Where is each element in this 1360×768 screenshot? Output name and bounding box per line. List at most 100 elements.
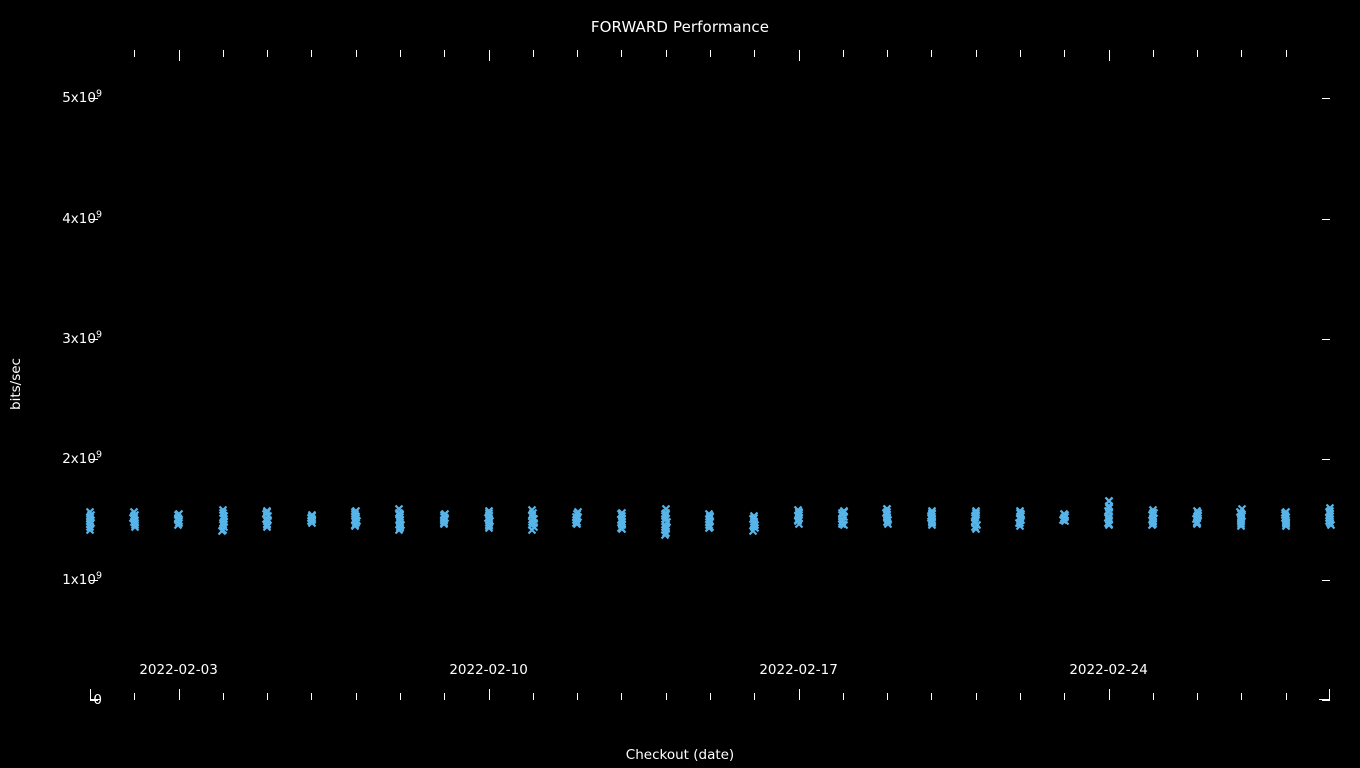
data-point-marker [837, 517, 847, 526]
data-point-marker [1104, 513, 1113, 522]
data-point-marker [1236, 513, 1246, 523]
data-point-marker [1326, 509, 1335, 519]
y-tick-label-exponent: 9 [95, 449, 102, 461]
data-point-marker [793, 517, 802, 526]
data-point-marker [1236, 521, 1245, 531]
data-point-marker [927, 520, 937, 530]
data-point-marker [704, 514, 714, 524]
data-point-marker [129, 514, 139, 524]
data-point-marker [130, 517, 139, 527]
data-point-marker [263, 511, 273, 521]
y-tick-label-exponent: 9 [95, 329, 102, 341]
data-point-marker [1326, 514, 1335, 524]
data-point-marker [394, 526, 404, 535]
data-point-marker [351, 513, 360, 523]
data-point-marker [971, 516, 980, 525]
data-point-marker [1148, 517, 1157, 527]
data-point-marker [1325, 511, 1334, 520]
x-tick-top [444, 50, 446, 57]
data-point-marker [439, 516, 449, 526]
data-point-marker [617, 514, 626, 523]
data-point-marker [618, 517, 627, 527]
data-point-marker [262, 522, 271, 532]
data-point-marker [705, 518, 714, 527]
data-point-marker [130, 510, 140, 519]
data-point-marker [971, 510, 981, 520]
data-point-marker [439, 519, 448, 528]
data-point-marker [528, 520, 537, 530]
x-tick-bottom [975, 693, 977, 700]
data-point-marker [483, 513, 493, 522]
y-tick-label-mantissa: 2x10 [62, 451, 96, 468]
data-point-marker [219, 525, 228, 534]
data-point-marker [350, 512, 360, 521]
data-point-marker [395, 510, 405, 520]
data-point-marker [926, 512, 936, 521]
y-tick-label: 3x109 [62, 329, 102, 347]
data-point-marker [1281, 515, 1291, 524]
data-point-marker [174, 520, 183, 529]
data-point-marker [529, 514, 538, 524]
data-point-marker [1148, 508, 1158, 517]
data-point-marker [971, 506, 980, 516]
data-point-marker [1148, 519, 1158, 529]
x-tick-bottom [311, 693, 313, 700]
data-point-marker [971, 518, 980, 528]
data-point-marker [86, 518, 95, 528]
data-point-marker [1104, 501, 1114, 510]
data-point-marker [529, 522, 539, 531]
data-point-marker [1103, 506, 1113, 516]
data-point-marker [528, 514, 538, 523]
data-point-marker [527, 505, 537, 515]
data-point-marker [307, 513, 316, 522]
x-tick-top [577, 50, 579, 57]
x-tick-bottom [134, 693, 136, 700]
data-point-marker [307, 515, 317, 525]
x-tick-top [1241, 50, 1243, 57]
y-tick-label: 2x109 [62, 449, 102, 468]
x-tick-top [134, 50, 136, 57]
data-point-marker [572, 520, 582, 529]
data-point-marker [218, 506, 228, 515]
data-point-marker [1237, 508, 1246, 518]
data-point-marker [1059, 515, 1068, 525]
data-point-marker [882, 517, 892, 527]
data-point-marker [1014, 518, 1024, 527]
data-point-marker [1280, 510, 1290, 520]
x-tick-label: 2022-02-17 [759, 662, 838, 678]
data-point-marker [881, 508, 891, 518]
data-point-marker [794, 519, 804, 528]
y-tick-right [1322, 459, 1330, 461]
data-point-marker [618, 520, 627, 530]
data-point-marker [972, 524, 981, 534]
y-axis-title: bits/sec [8, 358, 24, 410]
x-tick-bottom [1241, 693, 1243, 700]
data-point-marker [219, 512, 229, 521]
data-point-marker [1193, 508, 1203, 518]
x-tick-top [621, 50, 623, 57]
data-point-marker [1282, 507, 1291, 517]
data-point-marker [1060, 511, 1069, 520]
x-tick-top [1064, 50, 1066, 57]
data-point-marker [882, 507, 892, 517]
data-point-marker [395, 516, 405, 525]
data-point-marker [485, 523, 494, 533]
data-point-marker [662, 517, 671, 526]
x-tick-bottom [444, 693, 446, 700]
x-tick-bottom [665, 693, 667, 700]
data-point-marker [262, 520, 272, 529]
data-point-marker [306, 516, 315, 526]
x-tick-bottom [1152, 693, 1154, 700]
data-point-marker [1016, 514, 1025, 524]
data-point-marker [351, 509, 360, 518]
data-point-marker [219, 522, 229, 532]
data-point-marker [174, 518, 184, 528]
x-tick-top [532, 50, 534, 57]
data-point-marker [573, 507, 583, 517]
data-point-marker [174, 510, 183, 520]
data-point-marker [793, 515, 803, 524]
data-point-marker [395, 509, 405, 518]
data-point-marker [571, 518, 581, 528]
x-tick-bottom [488, 689, 490, 700]
data-point-marker [484, 514, 494, 524]
